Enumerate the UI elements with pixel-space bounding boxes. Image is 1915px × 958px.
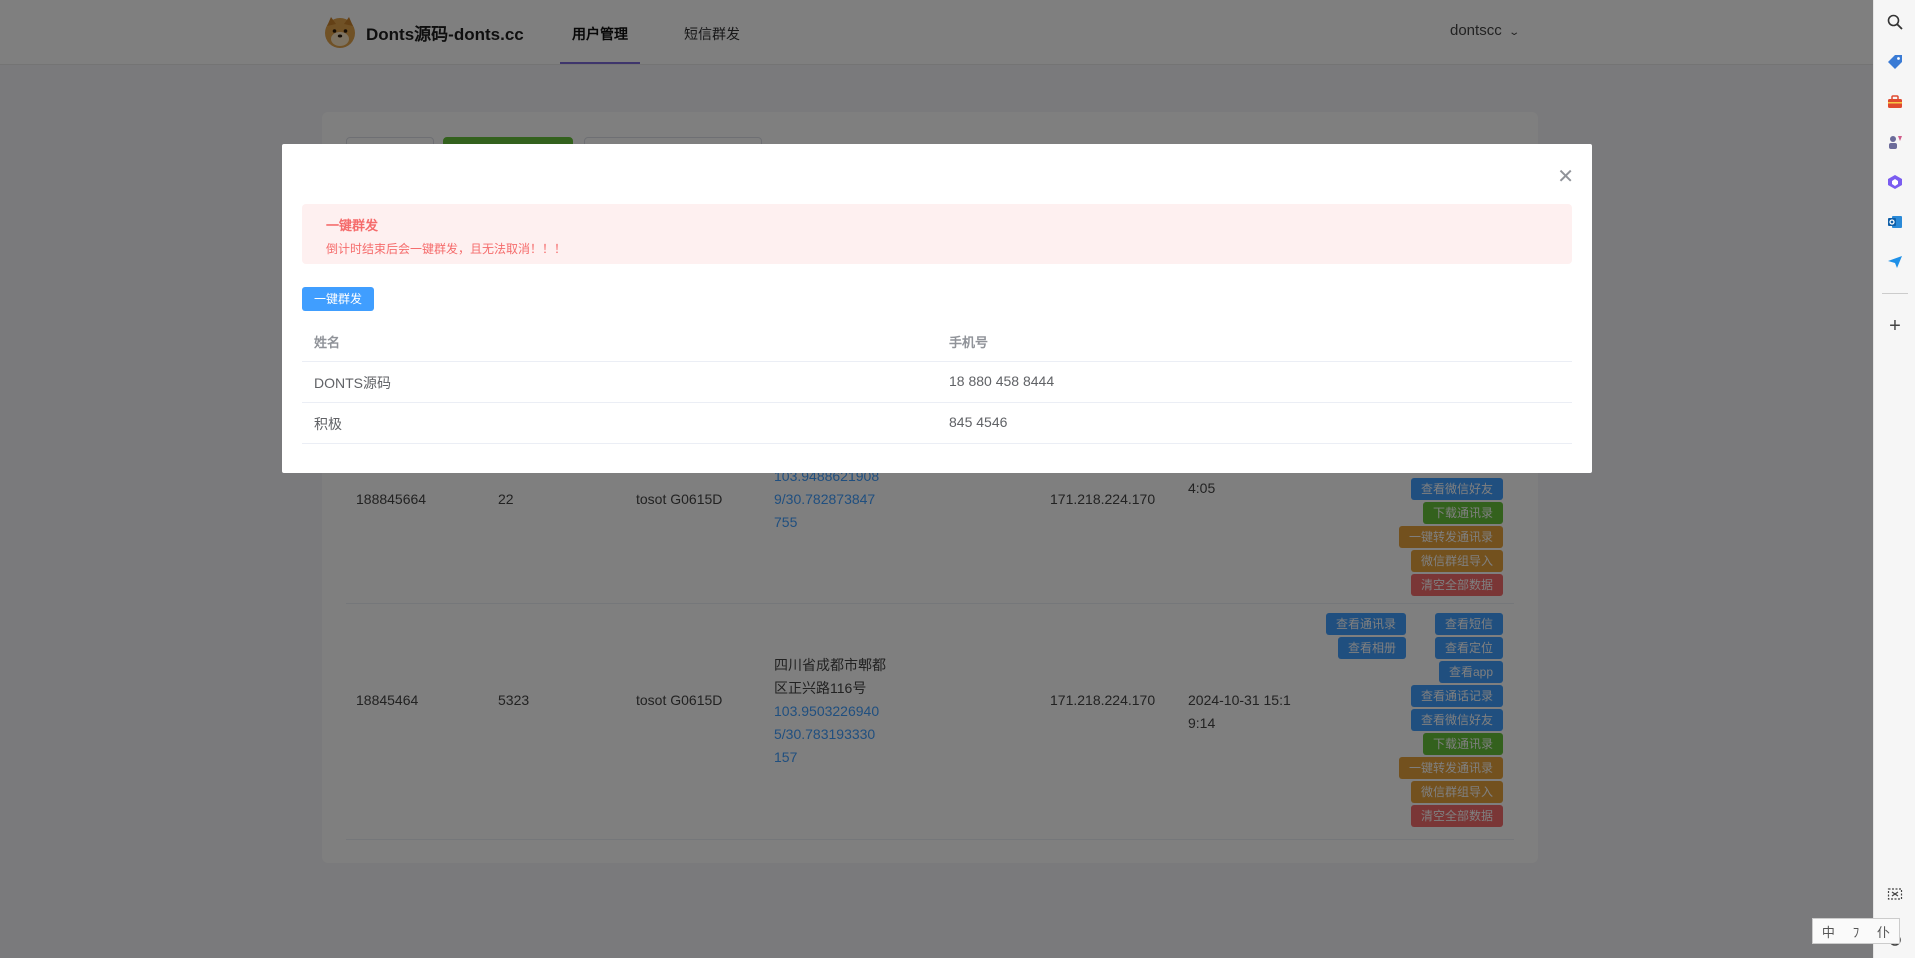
ime-toolbar[interactable]: 中 ﾌ 仆 — [1812, 918, 1900, 944]
table-header: 姓名 手机号 — [302, 321, 1572, 362]
cell-phone: 18 880 458 8444 — [949, 373, 1055, 389]
alert-description: 倒计时结束后会一键群发，且无法取消！！！ — [326, 242, 567, 256]
games-icon[interactable] — [1885, 132, 1905, 152]
ime-chinese-mode[interactable]: 中 — [1822, 922, 1835, 941]
sidebar-divider — [1882, 293, 1908, 294]
cell-phone: 845 4546 — [949, 414, 1008, 430]
recipient-table: 姓名 手机号 DONTS源码 18 880 458 8444 积极 845 45… — [302, 321, 1572, 444]
one-click-broadcast-button[interactable]: 一键群发 — [302, 287, 375, 311]
column-header-name: 姓名 — [314, 335, 341, 350]
toolbox-icon[interactable] — [1885, 92, 1905, 112]
outlook-icon[interactable] — [1885, 212, 1905, 232]
column-header-phone: 手机号 — [949, 335, 989, 350]
close-icon[interactable]: ✕ — [1557, 164, 1574, 189]
screenshot-icon[interactable] — [1885, 884, 1905, 904]
copilot-icon[interactable] — [1885, 172, 1905, 192]
cell-name: DONTS源码 — [314, 375, 391, 391]
ime-width-mode[interactable]: 仆 — [1877, 922, 1890, 941]
browser-sidebar: + — [1873, 0, 1915, 958]
send-icon[interactable] — [1885, 252, 1905, 272]
cell-name: 积极 — [314, 416, 342, 432]
ime-punctuation-mode[interactable]: ﾌ — [1853, 922, 1860, 941]
search-icon[interactable] — [1885, 12, 1905, 32]
broadcast-dialog: ✕ 一键群发 倒计时结束后会一键群发，且无法取消！！！ 一键群发 姓名 手机号 … — [282, 144, 1592, 473]
warning-alert: 一键群发 倒计时结束后会一键群发，且无法取消！！！ — [302, 204, 1572, 264]
table-row: 积极 845 4546 — [302, 403, 1572, 444]
add-icon[interactable]: + — [1885, 316, 1905, 336]
table-row: DONTS源码 18 880 458 8444 — [302, 362, 1572, 403]
tag-icon[interactable] — [1885, 52, 1905, 72]
alert-title: 一键群发 — [326, 218, 379, 233]
